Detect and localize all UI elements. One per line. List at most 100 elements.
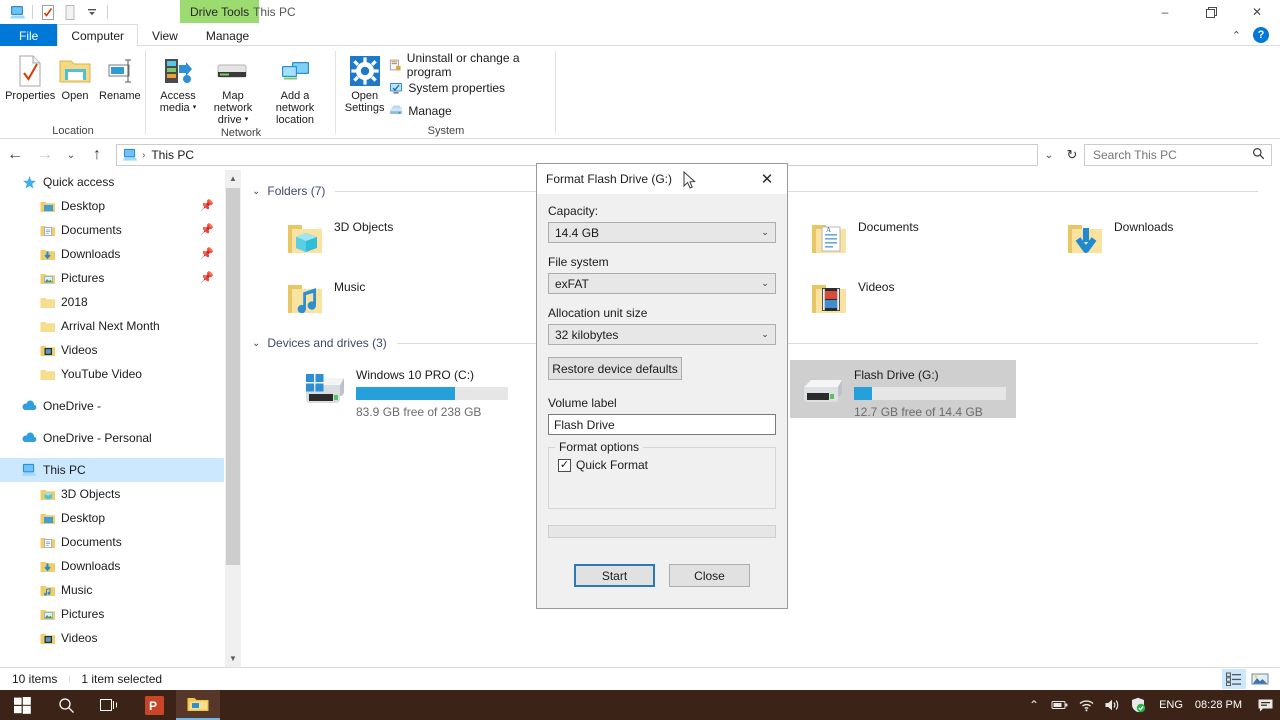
- forward-button[interactable]: →: [30, 140, 60, 170]
- breadcrumb[interactable]: This PC: [151, 148, 194, 162]
- up-button[interactable]: ↑: [82, 140, 112, 170]
- search-icon[interactable]: [44, 690, 88, 720]
- system-properties-button[interactable]: System properties: [387, 77, 556, 98]
- pin-icon[interactable]: 📌: [200, 223, 214, 236]
- contextual-tab-drive-tools[interactable]: Drive Tools: [180, 0, 260, 23]
- sidebar-item-downloads-pc[interactable]: Downloads: [0, 554, 224, 578]
- powerpoint-taskbar-icon[interactable]: P: [132, 690, 176, 720]
- tab-view[interactable]: View: [138, 24, 192, 46]
- tab-file[interactable]: File: [0, 24, 58, 46]
- search-icon: [1252, 147, 1265, 163]
- folder-item-videos[interactable]: Videos: [802, 272, 1062, 328]
- sidebar-item-label: 2018: [61, 295, 88, 309]
- tab-manage[interactable]: Manage: [192, 24, 263, 46]
- folder-icon: [38, 366, 56, 382]
- documents-folder-icon: [38, 222, 56, 238]
- close-dialog-button[interactable]: Close: [669, 564, 750, 587]
- wifi-icon[interactable]: [1073, 690, 1099, 720]
- address-history-dropdown[interactable]: ⌄: [1038, 144, 1060, 166]
- folder-item-documents[interactable]: A Documents: [802, 212, 1062, 268]
- sidebar-item-videos-pc[interactable]: Videos: [0, 626, 224, 650]
- allocation-select[interactable]: 32 kilobytes ⌄: [548, 324, 776, 345]
- scrollbar-thumb[interactable]: [226, 188, 240, 565]
- large-icons-view-icon[interactable]: [1248, 669, 1272, 689]
- sidebar-item-pictures[interactable]: Pictures 📌: [0, 266, 224, 290]
- properties-button[interactable]: Properties: [4, 50, 56, 102]
- sidebar-item-desktop-pc[interactable]: Desktop: [0, 506, 224, 530]
- uninstall-program-button[interactable]: Uninstall or change a program: [387, 51, 556, 79]
- open-settings-button[interactable]: Open Settings: [344, 50, 385, 114]
- sidebar-item-downloads[interactable]: Downloads 📌: [0, 242, 224, 266]
- sidebar-item-youtube-video[interactable]: YouTube Video: [0, 362, 224, 386]
- navigation-scrollbar[interactable]: ▲ ▼: [224, 170, 241, 667]
- pin-icon[interactable]: 📌: [200, 247, 214, 260]
- sidebar-item-onedrive[interactable]: OneDrive -: [0, 394, 224, 418]
- restore-device-defaults-button[interactable]: Restore device defaults: [548, 357, 682, 380]
- pin-icon[interactable]: 📌: [200, 271, 214, 284]
- drive-item-flash-drive-g[interactable]: Flash Drive (G:) 12.7 GB free of 14.4 GB: [790, 360, 1016, 419]
- refresh-button[interactable]: ↻: [1060, 144, 1084, 166]
- tab-computer[interactable]: Computer: [57, 24, 139, 47]
- show-hidden-icons-button[interactable]: ⌃: [1021, 690, 1047, 720]
- maximize-button[interactable]: [1188, 0, 1234, 24]
- notifications-icon[interactable]: [1252, 690, 1278, 720]
- access-media-button[interactable]: Access media ▾: [152, 50, 204, 114]
- scroll-down-arrow[interactable]: ▼: [225, 650, 241, 667]
- capacity-select[interactable]: 14.4 GB ⌄: [548, 222, 776, 243]
- sidebar-item-this-pc[interactable]: This PC: [0, 458, 224, 482]
- sidebar-item-pictures-pc[interactable]: Pictures: [0, 602, 224, 626]
- search-input[interactable]: Search This PC: [1084, 144, 1272, 166]
- quick-format-row[interactable]: ✓ Quick Format: [558, 458, 766, 472]
- 3d-objects-folder-icon: [278, 214, 334, 266]
- battery-icon[interactable]: [1047, 690, 1073, 720]
- task-view-icon[interactable]: [88, 690, 132, 720]
- this-pc-icon[interactable]: [6, 1, 28, 23]
- volume-label-input[interactable]: Flash Drive: [548, 414, 776, 435]
- sidebar-item-music[interactable]: Music: [0, 578, 224, 602]
- manage-button[interactable]: Manage: [387, 100, 556, 121]
- properties-icon[interactable]: [37, 1, 59, 23]
- sidebar-item-3d-objects[interactable]: 3D Objects: [0, 482, 224, 506]
- sidebar-item-quick-access[interactable]: Quick access: [0, 170, 224, 194]
- sidebar-item-videos-qa[interactable]: Videos: [0, 338, 224, 362]
- volume-icon[interactable]: [1099, 690, 1125, 720]
- sidebar-item-documents[interactable]: Documents 📌: [0, 218, 224, 242]
- security-shield-icon[interactable]: [1125, 690, 1151, 720]
- drive-item-windows-c[interactable]: Windows 10 PRO (C:) 83.9 GB free of 238 …: [292, 360, 518, 419]
- open-button[interactable]: Open: [56, 50, 93, 102]
- sidebar-item-onedrive-personal[interactable]: OneDrive - Personal: [0, 426, 224, 450]
- map-network-drive-button[interactable]: Map network drive ▾: [204, 50, 262, 126]
- navigation-pane[interactable]: Quick access Desktop 📌 Documents 📌 Downl…: [0, 170, 224, 667]
- minimize-button[interactable]: –: [1142, 0, 1188, 24]
- sidebar-item-documents-pc[interactable]: Documents: [0, 530, 224, 554]
- customize-dropdown-icon[interactable]: [81, 1, 103, 23]
- dialog-close-button[interactable]: ✕: [747, 164, 787, 194]
- pin-icon[interactable]: 📌: [200, 199, 214, 212]
- folder-item-music[interactable]: Music: [278, 272, 538, 328]
- filesystem-select[interactable]: exFAT ⌄: [548, 273, 776, 294]
- collapse-ribbon-button[interactable]: ⌃: [1226, 29, 1247, 42]
- sidebar-item-2018[interactable]: 2018: [0, 290, 224, 314]
- sidebar-item-arrival-next-month[interactable]: Arrival Next Month: [0, 314, 224, 338]
- back-button[interactable]: ←: [0, 140, 30, 170]
- sidebar-item-desktop[interactable]: Desktop 📌: [0, 194, 224, 218]
- dialog-title-bar[interactable]: Format Flash Drive (G:) ✕: [537, 164, 787, 194]
- new-folder-icon[interactable]: [59, 1, 81, 23]
- scroll-up-arrow[interactable]: ▲: [225, 170, 241, 187]
- close-button[interactable]: ✕: [1234, 0, 1280, 24]
- details-view-icon[interactable]: [1222, 669, 1246, 689]
- file-explorer-taskbar-icon[interactable]: [176, 690, 220, 720]
- language-indicator[interactable]: ENG: [1151, 699, 1191, 711]
- format-dialog[interactable]: Format Flash Drive (G:) ✕ Capacity: 14.4…: [536, 163, 788, 609]
- start-button[interactable]: Start: [574, 564, 655, 587]
- clock[interactable]: 08:28 PM: [1191, 699, 1252, 711]
- quick-format-checkbox[interactable]: ✓: [558, 458, 571, 472]
- recent-locations-button[interactable]: ⌄: [60, 140, 82, 170]
- help-button[interactable]: ?: [1253, 27, 1269, 43]
- windows-start-icon[interactable]: [0, 690, 44, 720]
- sidebar-item-label: Music: [61, 583, 93, 597]
- folder-item-3d-objects[interactable]: 3D Objects: [278, 212, 538, 268]
- folder-item-downloads[interactable]: Downloads: [1058, 212, 1280, 268]
- rename-button[interactable]: Rename: [94, 50, 146, 102]
- add-network-location-button[interactable]: Add a network location: [262, 50, 328, 126]
